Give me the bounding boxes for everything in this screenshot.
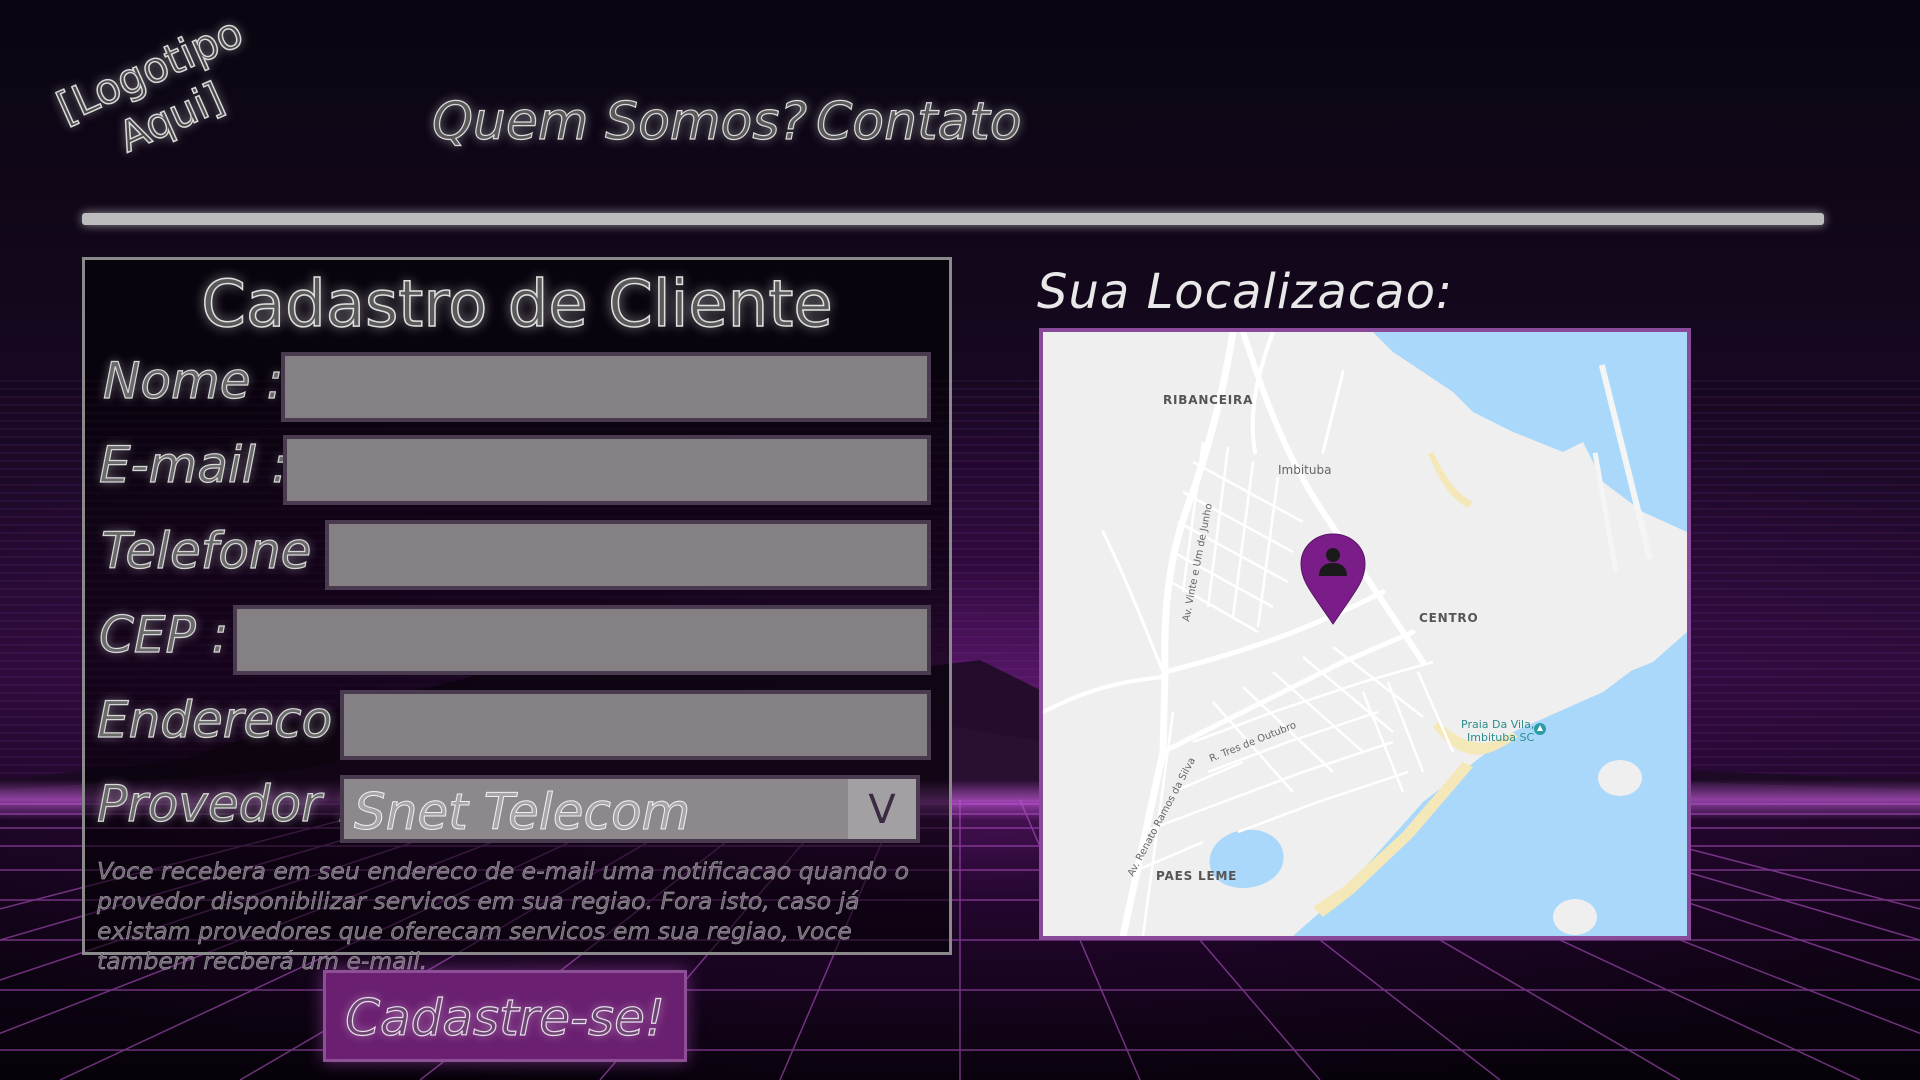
- register-button-label: Cadastre-se!: [344, 988, 665, 1047]
- location-title: Sua Localizacao:: [1037, 264, 1454, 320]
- email-field[interactable]: [283, 435, 931, 505]
- nav-link-contato[interactable]: Contato: [815, 91, 1022, 152]
- map-label-imbituba: Imbituba: [1278, 463, 1331, 477]
- name-label: Nome :: [102, 351, 284, 410]
- address-label: Endereco :: [96, 690, 365, 749]
- provider-label: Provedor :: [96, 774, 355, 833]
- map-label-ribanceira: RIBANCEIRA: [1163, 393, 1253, 407]
- cep-label: CEP :: [98, 605, 229, 664]
- nav-link-quem-somos[interactable]: Quem Somos?: [431, 91, 807, 152]
- register-button[interactable]: Cadastre-se!: [323, 970, 687, 1062]
- beach-icon: [1534, 723, 1546, 735]
- cep-field[interactable]: [233, 605, 931, 675]
- map-label-praia-line2: Imbituba SC: [1467, 731, 1534, 744]
- phone-field[interactable]: [325, 520, 931, 590]
- form-title: Cadastro de Cliente: [200, 267, 833, 343]
- header-divider: [82, 213, 1824, 225]
- map-label-paes-leme: PAES LEME: [1156, 869, 1237, 883]
- phone-label: Telefone :: [100, 521, 345, 580]
- name-field[interactable]: [281, 352, 931, 422]
- chevron-down-icon[interactable]: V: [848, 779, 916, 839]
- provider-select[interactable]: Snet Telecom V: [340, 775, 920, 843]
- registration-form: Cadastro de Cliente Nome : E-mail : Tele…: [82, 257, 952, 975]
- provider-selected-value: Snet Telecom: [353, 783, 691, 842]
- address-field[interactable]: [340, 690, 931, 760]
- email-label: E-mail :: [98, 435, 289, 494]
- notification-note: Voce recebera em seu endereco de e-mail …: [97, 857, 910, 975]
- location-map[interactable]: RIBANCEIRA Imbituba CENTRO PAES LEME Pra…: [1039, 328, 1691, 940]
- map-label-centro: CENTRO: [1419, 611, 1478, 625]
- map-label-praia-line1: Praia Da Vila,: [1461, 718, 1534, 731]
